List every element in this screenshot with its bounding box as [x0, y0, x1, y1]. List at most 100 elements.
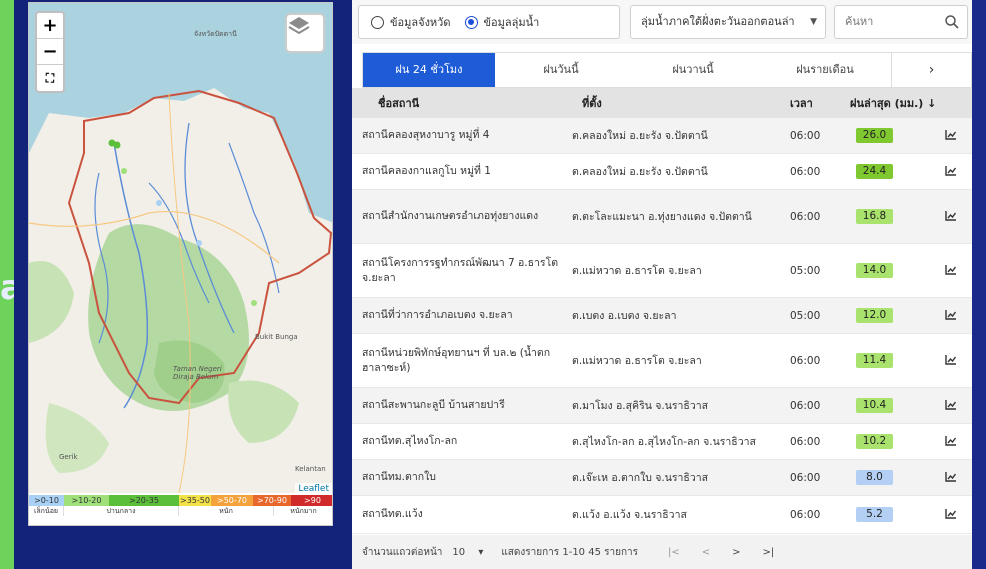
chart-icon — [945, 435, 957, 446]
station-name: สถานีที่ว่าการอำเภอเบตง จ.ยะลา — [362, 309, 513, 321]
chart-icon — [945, 165, 957, 176]
table-row[interactable]: สถานีคลองสุหงาบารู หมู่ที่ 4 ต.คลองใหม่ อ… — [352, 118, 972, 154]
table-row[interactable]: สถานีทต.สุไหงโก-ลก ต.สุไหงโก-ลก อ.สุไหงโก… — [352, 424, 972, 460]
chart-icon — [945, 471, 957, 482]
first-page-button[interactable]: |< — [668, 547, 680, 558]
radio-basin[interactable] — [464, 15, 478, 29]
zoom-out-button[interactable]: − — [37, 39, 63, 65]
graph-button[interactable] — [930, 309, 972, 323]
chart-icon — [945, 309, 957, 320]
table-row[interactable]: สถานีทต.แว้ง ต.แว้ง อ.แว้ง จ.นราธิวาส 06:0… — [352, 496, 972, 534]
map-place-label: จังหวัดปัตตานี — [194, 30, 237, 38]
station-time: 05:00 — [790, 309, 821, 322]
table-body: สถานีคลองสุหงาบารู หมู่ที่ 4 ต.คลองใหม่ อ… — [352, 118, 972, 534]
table-row[interactable]: สถานีทม.ตากใบ ต.เจ๊ะเห อ.ตากใบ จ.นราธิวาส… — [352, 460, 972, 496]
station-time: 06:00 — [790, 399, 821, 412]
table-row[interactable]: สถานีสำนักงานเกษตรอำเภอทุ่งยางแดง ต.ตะโละ… — [352, 190, 972, 244]
rain-legend: >0-10 >10-20 >20-35 >35-50 >50-70 >70-90 >90 เ… — [29, 495, 332, 516]
legend-range: >50-70 — [211, 495, 253, 506]
station-name: สถานีทต.สุไหงโก-ลก — [362, 435, 458, 447]
legend-range: >10-20 — [64, 495, 109, 506]
map-place-label: Taman Negeri Diraja Belum — [173, 365, 222, 381]
station-time: 06:00 — [790, 471, 821, 484]
rain-period-tabs: ฝน 24 ชั่วโมง ฝนวันนี้ ฝนวานนี้ ฝนรายเดื… — [362, 52, 972, 88]
table-row[interactable]: สถานีสะพานกะลูบี บ้านสายปารี ต.มาโมง อ.สุ… — [352, 388, 972, 424]
zoom-control: + − ⛶ — [35, 11, 65, 93]
legend-range: >90 — [291, 495, 332, 506]
table-row[interactable]: สถานีคลองกาแลกูโบ หมู่ที่ 1 ต.คลองใหม่ อ.… — [352, 154, 972, 190]
legend-level: เล็กน้อย — [29, 506, 64, 516]
radio-basin-label[interactable]: ข้อมูลลุ่มน้ำ — [484, 13, 540, 31]
rain-value-cell: 14.0 — [840, 263, 930, 278]
graph-button[interactable] — [930, 264, 972, 278]
station-time: 05:00 — [790, 264, 821, 277]
header-location[interactable]: ที่ตั้ง — [562, 94, 784, 112]
graph-button[interactable] — [930, 210, 972, 224]
graph-button[interactable] — [930, 354, 972, 368]
graph-button[interactable] — [930, 508, 972, 522]
station-time: 06:00 — [790, 354, 821, 367]
rain-value-badge: 11.4 — [856, 353, 893, 368]
page-range-text: แสดงรายการ 1-10 45 รายการ — [501, 546, 639, 558]
rows-per-page-label: จำนวนแถวต่อหน้า — [362, 546, 443, 558]
rain-data-panel: ข้อมูลจังหวัด ข้อมูลลุ่มน้ำ ลุ่มน้ำภาคใต… — [352, 0, 972, 569]
rain-value-cell: 12.0 — [840, 308, 930, 323]
station-name: สถานีหน่วยพิทักษ์อุทยานฯ ที่ บล.๒ (น้ำตก… — [362, 346, 551, 374]
station-location: ต.เจ๊ะเห อ.ตากใบ จ.นราธิวาส — [572, 472, 709, 484]
table-row[interactable]: สถานีโครงการรฐทำกรณ์พัฒนา 7 อ.ธารโต จ.ยะ… — [352, 244, 972, 298]
legend-range: >0-10 — [29, 495, 64, 506]
rows-per-page-select[interactable]: 10 ▾ — [452, 547, 483, 558]
background-right-stripe — [970, 0, 986, 569]
legend-level: หนัก — [179, 506, 274, 516]
station-location: ต.มาโมง อ.สุคิริน จ.นราธิวาส — [572, 400, 709, 412]
graph-button[interactable] — [930, 165, 972, 179]
next-page-button[interactable]: > — [732, 547, 740, 558]
chevron-down-icon: ▼ — [810, 17, 817, 27]
prev-page-button[interactable]: < — [702, 547, 710, 558]
rain-value-cell: 26.0 — [840, 128, 930, 143]
station-time: 06:00 — [790, 165, 821, 178]
header-station-name[interactable]: ชื่อสถานี — [352, 96, 562, 111]
station-location: ต.แว้ง อ.แว้ง จ.นราธิวาส — [572, 509, 687, 521]
graph-button[interactable] — [930, 399, 972, 413]
legend-range: >35-50 — [179, 495, 211, 506]
last-page-button[interactable]: >| — [763, 547, 775, 558]
tab-rain-today[interactable]: ฝนวันนี้ — [495, 53, 627, 87]
basin-select[interactable]: ลุ่มน้ำภาคใต้ฝั่งตะวันออกตอนล่า ▼ — [630, 5, 826, 39]
rain-value-badge: 10.2 — [856, 434, 893, 449]
radio-province[interactable] — [371, 15, 384, 29]
graph-button[interactable] — [930, 435, 972, 449]
tab-rain-24h[interactable]: ฝน 24 ชั่วโมง — [363, 53, 495, 87]
table-row[interactable]: สถานีที่ว่าการอำเภอเบตง จ.ยะลา ต.เบตง อ.เ… — [352, 298, 972, 334]
rain-value-badge: 12.0 — [856, 308, 893, 323]
tab-rain-yesterday[interactable]: ฝนวานนี้ — [627, 53, 759, 87]
fullscreen-button[interactable]: ⛶ — [37, 65, 63, 91]
header-time[interactable]: เวลา — [784, 94, 840, 112]
tabs-next-button[interactable]: › — [891, 53, 971, 87]
map-panel: จังหวัดปัตตานี Taman Negeri Diraja Belum… — [28, 2, 333, 526]
map-place-label: Kelantan — [295, 465, 326, 473]
search-icon[interactable] — [945, 15, 959, 29]
rain-value-cell: 10.2 — [840, 434, 930, 449]
zoom-in-button[interactable]: + — [37, 13, 63, 39]
tab-rain-monthly[interactable]: ฝนรายเดือน — [759, 53, 891, 87]
graph-button[interactable] — [930, 471, 972, 485]
graph-button[interactable] — [930, 129, 972, 143]
legend-range: >20-35 — [109, 495, 179, 506]
station-time: 06:00 — [790, 210, 821, 223]
table-header: ชื่อสถานี ที่ตั้ง เวลา ฝนล่าสุด (มม.) ↓ — [352, 88, 972, 118]
layers-icon — [288, 17, 310, 35]
filter-bar: ข้อมูลจังหวัด ข้อมูลลุ่มน้ำ ลุ่มน้ำภาคใต… — [352, 0, 972, 44]
map-canvas[interactable]: จังหวัดปัตตานี Taman Negeri Diraja Belum… — [29, 3, 332, 493]
layer-switcher-button[interactable] — [285, 13, 325, 53]
search-input[interactable] — [845, 6, 945, 36]
leaflet-attribution-link[interactable]: Leaflet — [295, 483, 332, 493]
station-name: สถานีคลองสุหงาบารู หมู่ที่ 4 — [362, 129, 490, 141]
header-latest-rain[interactable]: ฝนล่าสุด (มม.) ↓ — [840, 94, 972, 112]
rain-value-badge: 24.4 — [856, 164, 893, 179]
station-name: สถานีทม.ตากใบ — [362, 471, 436, 483]
radio-province-label[interactable]: ข้อมูลจังหวัด — [390, 13, 451, 31]
chart-icon — [945, 210, 957, 221]
chart-icon — [945, 508, 957, 519]
table-row[interactable]: สถานีหน่วยพิทักษ์อุทยานฯ ที่ บล.๒ (น้ำตก… — [352, 334, 972, 388]
